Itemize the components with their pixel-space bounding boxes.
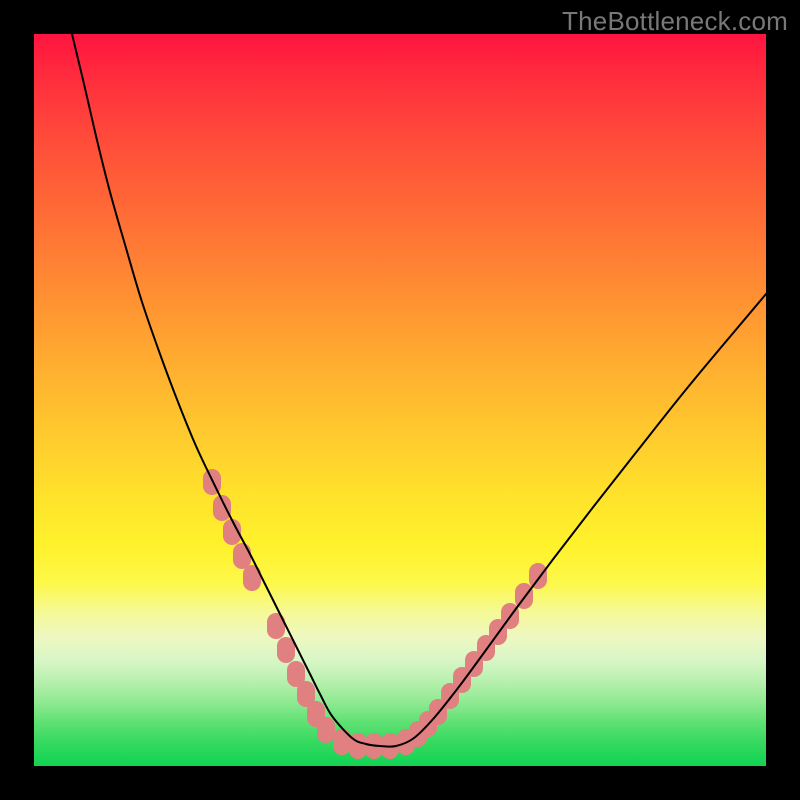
highlight-dot	[529, 563, 547, 589]
curve-svg	[34, 34, 766, 766]
bottleneck-curve	[72, 34, 766, 747]
highlight-dot	[233, 543, 251, 569]
watermark-text: TheBottleneck.com	[562, 6, 788, 37]
highlight-dot	[333, 729, 351, 755]
highlight-dot	[317, 717, 335, 743]
chart-frame: TheBottleneck.com	[0, 0, 800, 800]
marker-group	[203, 469, 547, 759]
plot-area	[34, 34, 766, 766]
highlight-dot	[277, 637, 295, 663]
